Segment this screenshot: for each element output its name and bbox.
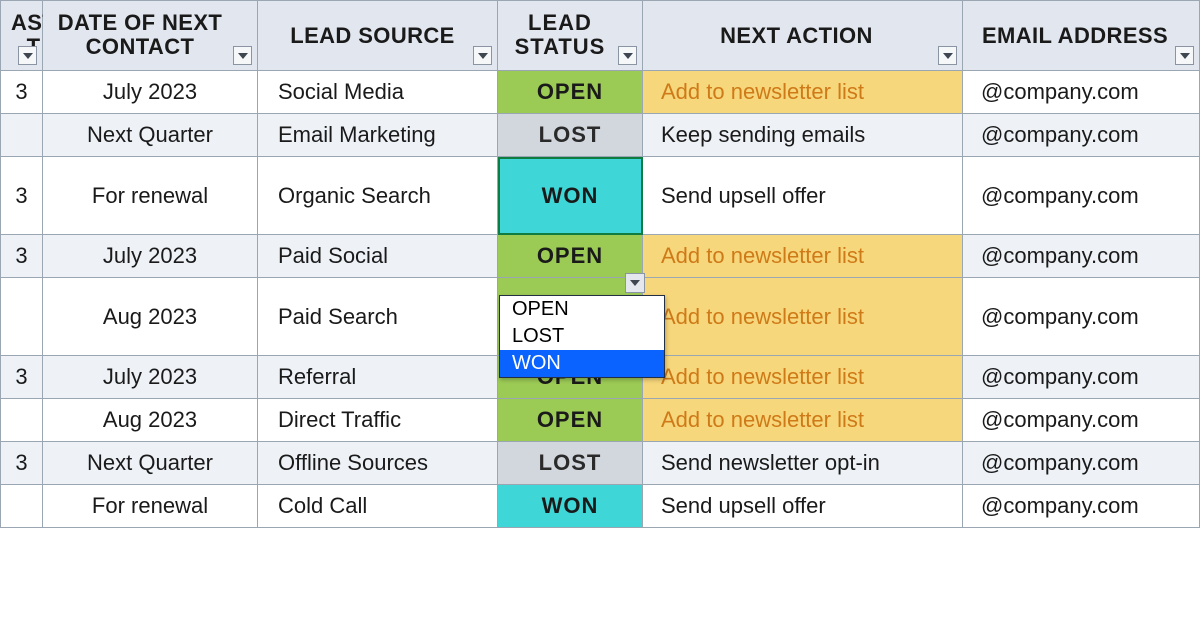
- cell[interactable]: @company.com: [963, 71, 1200, 114]
- chevron-down-icon: [630, 280, 640, 286]
- cell[interactable]: Paid Social: [258, 235, 498, 278]
- col-header-label: LEAD STATUS: [508, 11, 612, 59]
- col-header-last-contact[interactable]: AST T: [1, 1, 43, 71]
- col-header-label: EMAIL ADDRESS: [982, 24, 1168, 48]
- cell[interactable]: Referral: [258, 356, 498, 399]
- filter-button[interactable]: [233, 46, 252, 65]
- table-row: For renewalCold CallWONSend upsell offer…: [1, 485, 1200, 528]
- cell[interactable]: [1, 278, 43, 356]
- table-row: 3July 2023Paid SocialOPENAdd to newslett…: [1, 235, 1200, 278]
- cell[interactable]: For renewal: [43, 157, 258, 235]
- cell[interactable]: [1, 114, 43, 157]
- table-row: Aug 2023Direct TrafficOPENAdd to newslet…: [1, 399, 1200, 442]
- cell[interactable]: Aug 2023: [43, 278, 258, 356]
- col-header-email[interactable]: EMAIL ADDRESS: [963, 1, 1200, 71]
- col-header-next-action[interactable]: NEXT ACTION: [643, 1, 963, 71]
- cell[interactable]: 3: [1, 157, 43, 235]
- cell[interactable]: July 2023: [43, 356, 258, 399]
- lead-status-cell[interactable]: LOST: [498, 442, 643, 485]
- cell[interactable]: [1, 399, 43, 442]
- col-header-next-contact[interactable]: DATE OF NEXT CONTACT: [43, 1, 258, 71]
- lead-status-cell[interactable]: WON: [498, 485, 643, 528]
- col-header-lead-status[interactable]: LEAD STATUS: [498, 1, 643, 71]
- filter-button[interactable]: [18, 46, 37, 65]
- cell[interactable]: 3: [1, 356, 43, 399]
- next-action-cell[interactable]: Add to newsletter list: [643, 399, 963, 442]
- filter-button[interactable]: [938, 46, 957, 65]
- cell[interactable]: Cold Call: [258, 485, 498, 528]
- chevron-down-icon: [23, 53, 33, 59]
- cell[interactable]: 3: [1, 235, 43, 278]
- cell[interactable]: @company.com: [963, 235, 1200, 278]
- next-action-cell[interactable]: Add to newsletter list: [643, 71, 963, 114]
- next-action-cell[interactable]: Add to newsletter list: [643, 356, 963, 399]
- cell[interactable]: @company.com: [963, 399, 1200, 442]
- data-validation-handle[interactable]: [625, 273, 645, 293]
- cell[interactable]: July 2023: [43, 235, 258, 278]
- cell[interactable]: 3: [1, 71, 43, 114]
- col-header-label: LEAD SOURCE: [290, 24, 455, 48]
- lead-status-cell[interactable]: LOST: [498, 114, 643, 157]
- dropdown-option[interactable]: OPEN: [500, 296, 664, 323]
- filter-button[interactable]: [1175, 46, 1194, 65]
- cell[interactable]: @company.com: [963, 114, 1200, 157]
- cell[interactable]: @company.com: [963, 356, 1200, 399]
- next-action-cell[interactable]: Add to newsletter list: [643, 235, 963, 278]
- cell[interactable]: July 2023: [43, 71, 258, 114]
- col-header-label: NEXT ACTION: [720, 24, 873, 48]
- cell[interactable]: Email Marketing: [258, 114, 498, 157]
- chevron-down-icon: [943, 53, 953, 59]
- lead-status-cell[interactable]: OPEN: [498, 399, 643, 442]
- cell[interactable]: @company.com: [963, 442, 1200, 485]
- lead-status-cell[interactable]: OPEN: [498, 235, 643, 278]
- table-row: 3For renewalOrganic SearchWONSend upsell…: [1, 157, 1200, 235]
- cell[interactable]: Aug 2023: [43, 399, 258, 442]
- filter-button[interactable]: [618, 46, 637, 65]
- next-action-cell[interactable]: Send newsletter opt-in: [643, 442, 963, 485]
- table-row: Next QuarterEmail MarketingLOSTKeep send…: [1, 114, 1200, 157]
- cell[interactable]: [1, 485, 43, 528]
- next-action-cell[interactable]: Send upsell offer: [643, 485, 963, 528]
- col-header-lead-source[interactable]: LEAD SOURCE: [258, 1, 498, 71]
- cell[interactable]: 3: [1, 442, 43, 485]
- cell[interactable]: Paid Search: [258, 278, 498, 356]
- cell[interactable]: Organic Search: [258, 157, 498, 235]
- dropdown-option[interactable]: WON: [500, 350, 664, 377]
- next-action-cell[interactable]: Keep sending emails: [643, 114, 963, 157]
- cell[interactable]: Next Quarter: [43, 114, 258, 157]
- chevron-down-icon: [478, 53, 488, 59]
- data-validation-popup[interactable]: OPENLOSTWON: [499, 295, 665, 378]
- chevron-down-icon: [1180, 53, 1190, 59]
- cell[interactable]: Next Quarter: [43, 442, 258, 485]
- cell[interactable]: Social Media: [258, 71, 498, 114]
- table-row: 3July 2023Social MediaOPENAdd to newslet…: [1, 71, 1200, 114]
- cell[interactable]: For renewal: [43, 485, 258, 528]
- leads-table: AST T DATE OF NEXT CONTACT LEAD SOURCE L…: [0, 0, 1200, 528]
- cell[interactable]: Direct Traffic: [258, 399, 498, 442]
- next-action-cell[interactable]: Send upsell offer: [643, 157, 963, 235]
- lead-status-cell[interactable]: OPEN: [498, 71, 643, 114]
- col-header-label: DATE OF NEXT CONTACT: [53, 11, 227, 59]
- cell[interactable]: @company.com: [963, 278, 1200, 356]
- chevron-down-icon: [238, 53, 248, 59]
- filter-button[interactable]: [473, 46, 492, 65]
- table-row: 3Next QuarterOffline SourcesLOSTSend new…: [1, 442, 1200, 485]
- cell[interactable]: @company.com: [963, 157, 1200, 235]
- cell[interactable]: @company.com: [963, 485, 1200, 528]
- lead-status-cell[interactable]: WON: [498, 157, 643, 235]
- chevron-down-icon: [623, 53, 633, 59]
- cell[interactable]: Offline Sources: [258, 442, 498, 485]
- dropdown-option[interactable]: LOST: [500, 323, 664, 350]
- next-action-cell[interactable]: Add to newsletter list: [643, 278, 963, 356]
